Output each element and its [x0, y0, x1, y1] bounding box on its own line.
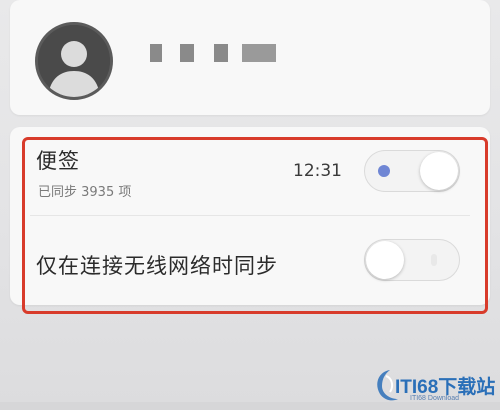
watermark-subtext: ITI68 Download [410, 395, 460, 402]
user-avatar-icon[interactable] [35, 22, 113, 100]
watermark-logo: ITI68下载站 ITI68 Download [372, 364, 500, 408]
default-user-avatar-icon [38, 25, 110, 97]
highlight-annotation [22, 137, 488, 314]
account-card[interactable] [10, 0, 490, 115]
masked-username [150, 44, 300, 64]
